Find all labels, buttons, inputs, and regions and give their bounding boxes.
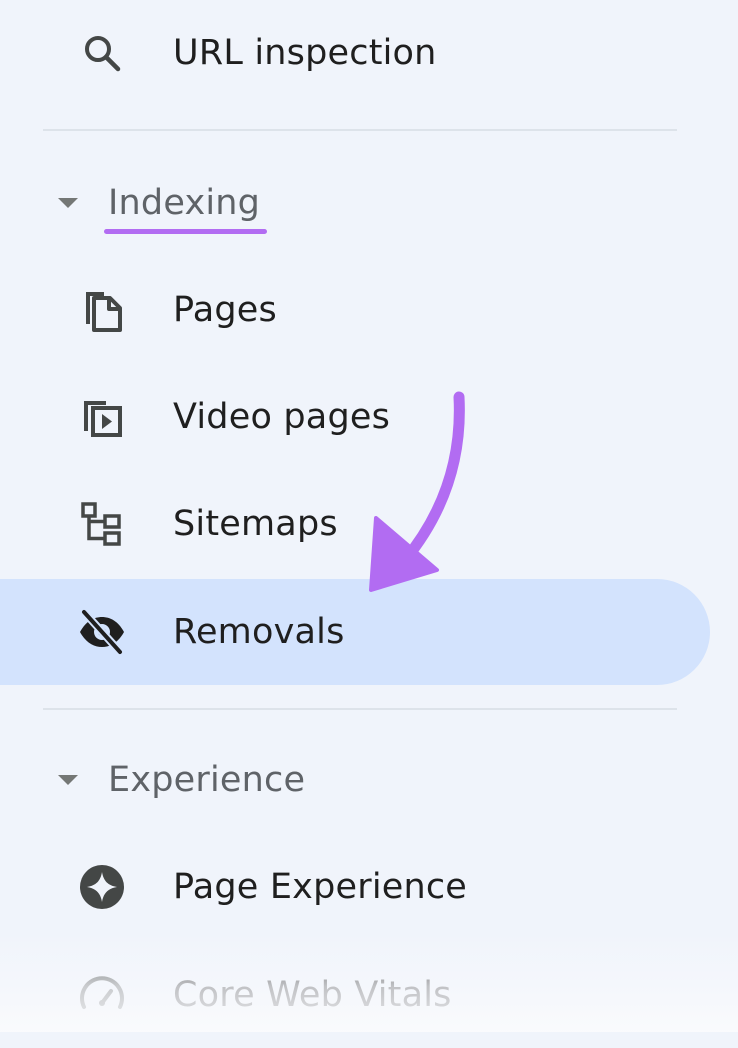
divider [43,708,677,710]
speedometer-icon [78,971,126,1019]
section-header-experience[interactable]: Experience [0,745,710,815]
sidebar-item-label: URL inspection [173,33,437,73]
search-icon [78,29,126,77]
sidebar-item-label: Page Experience [173,867,468,907]
sidebar-item-label: Pages [173,290,277,330]
sidebar-item-label: Core Web Vitals [173,975,452,1015]
sidebar-item-url-inspection[interactable]: URL inspection [0,0,710,106]
eye-off-icon [78,608,126,656]
divider [43,129,677,131]
section-header-indexing[interactable]: Indexing [0,168,710,238]
sidebar-nav: URL inspection Indexing Pages Video page… [0,0,738,1032]
pages-icon [78,286,126,334]
video-pages-icon [78,393,126,441]
section-label: Experience [108,760,306,800]
sidebar-item-label: Video pages [173,397,391,437]
sidebar-item-removals[interactable]: Removals [0,579,710,685]
sidebar-item-core-web-vitals[interactable]: Core Web Vitals [0,942,710,1048]
highlight-underline [104,229,267,234]
caret-down-icon [58,198,78,208]
caret-down-icon [58,775,78,785]
sidebar-item-pages[interactable]: Pages [0,257,710,363]
sidebar-item-label: Sitemaps [173,504,338,544]
sidebar-item-sitemaps[interactable]: Sitemaps [0,471,710,577]
sidebar-item-page-experience[interactable]: Page Experience [0,834,710,940]
sidebar-item-label: Removals [173,612,345,652]
sitemaps-icon [78,500,126,548]
page-experience-icon [78,863,126,911]
sidebar-item-video-pages[interactable]: Video pages [0,364,710,470]
section-label: Indexing [108,183,261,223]
